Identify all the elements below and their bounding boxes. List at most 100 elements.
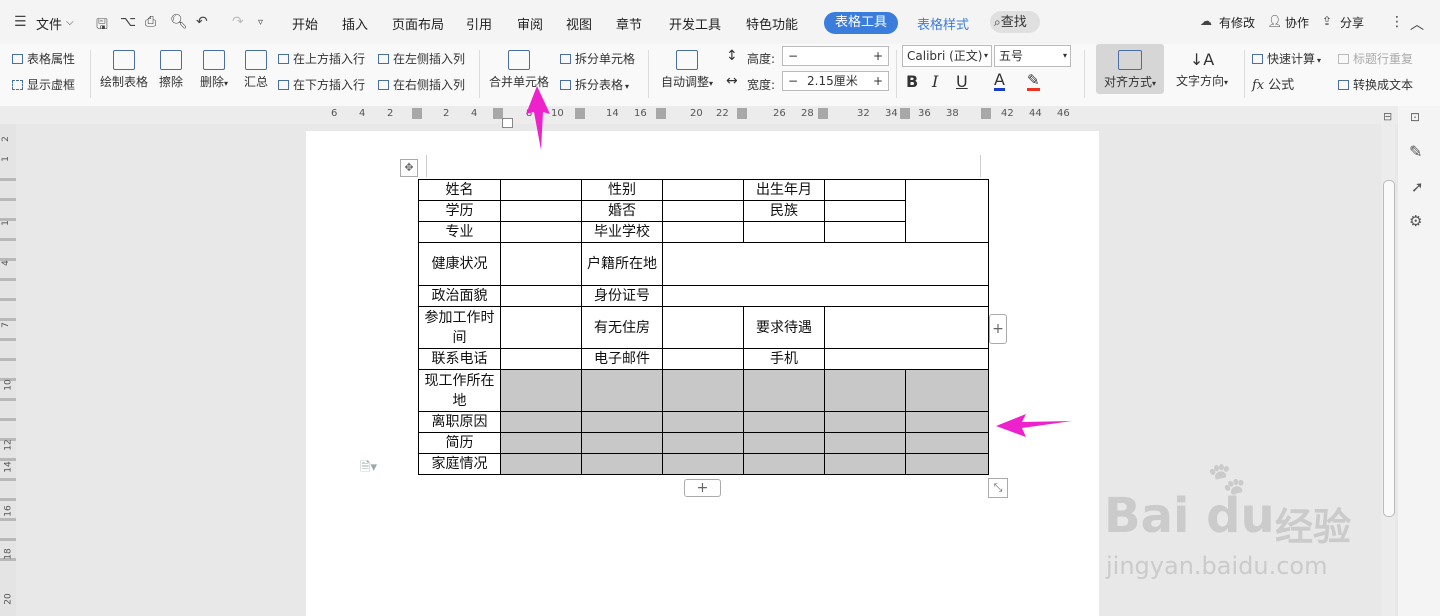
table-cell[interactable] — [743, 221, 825, 243]
save-icon[interactable]: 🖫 — [96, 14, 108, 38]
ruler-column-marker[interactable] — [818, 108, 828, 119]
table-cell[interactable] — [662, 179, 744, 201]
pen-icon[interactable]: ✎ — [1409, 142, 1422, 161]
tab-review[interactable]: 审阅 — [517, 14, 543, 33]
table-cell[interactable]: 联系电话 — [418, 348, 501, 370]
insert-row-below-button[interactable]: 在下方插入行 — [278, 76, 365, 93]
merge-cells-button[interactable]: 合并单元格 — [487, 50, 551, 90]
height-stepper[interactable]: − + — [782, 46, 889, 66]
ruler-column-marker[interactable] — [656, 108, 666, 119]
align-button[interactable]: 对齐方式▾ — [1096, 44, 1164, 94]
table-cell[interactable]: 家庭情况 — [418, 453, 501, 475]
table-cell[interactable]: 专业 — [418, 221, 501, 243]
selected-cell[interactable] — [500, 432, 582, 454]
table-cell[interactable]: 婚否 — [581, 200, 663, 222]
table-cell[interactable]: 有无住房 — [581, 306, 663, 349]
share-button[interactable]: 分享 — [1340, 14, 1364, 31]
selected-cell[interactable] — [743, 432, 825, 454]
erase-button[interactable]: 擦除 — [156, 50, 186, 90]
decrease-height-icon[interactable]: − — [788, 47, 798, 65]
settings-sliders-icon[interactable]: ⚙ — [1409, 212, 1422, 230]
table-cell[interactable]: 出生年月 — [743, 179, 825, 201]
highlight-icon[interactable]: ✎ — [1027, 72, 1040, 91]
tab-view[interactable]: 视图 — [566, 14, 592, 33]
text-direction-button[interactable]: ↓A 文字方向▾ — [1172, 50, 1232, 89]
selected-cell[interactable] — [500, 369, 582, 412]
table-cell[interactable]: 手机 — [743, 348, 825, 370]
delete-button[interactable]: 删除▾ — [195, 50, 233, 90]
vertical-ruler[interactable]: 2 1 1 4 7 10 12 14 16 18 20 — [0, 124, 16, 616]
table-cell[interactable]: 性别 — [581, 179, 663, 201]
table-cell[interactable]: 民族 — [743, 200, 825, 222]
table-cell[interactable]: 参加工作时间 — [418, 306, 501, 349]
tab-table-style[interactable]: 表格样式 — [917, 14, 969, 33]
font-size-select[interactable]: 五号 ▾ — [994, 45, 1071, 67]
insert-col-left-button[interactable]: 在左侧插入列 — [378, 50, 465, 67]
selected-cell[interactable] — [743, 453, 825, 475]
selected-cell[interactable] — [662, 453, 744, 475]
tab-references[interactable]: 引用 — [466, 14, 492, 33]
selected-cell[interactable] — [905, 432, 989, 454]
summary-button[interactable]: 汇总 — [241, 50, 271, 90]
underline-button[interactable]: U — [956, 72, 968, 91]
draw-table-button[interactable]: 绘制表格 — [99, 50, 149, 90]
tab-page-layout[interactable]: 页面布局 — [392, 14, 444, 33]
ruler-column-marker[interactable] — [412, 108, 422, 119]
table-cell[interactable]: 现工作所在地 — [418, 369, 501, 412]
tab-developer[interactable]: 开发工具 — [669, 14, 721, 33]
split-table-button[interactable]: 拆分表格 ▾ — [560, 76, 629, 93]
italic-button[interactable]: I — [932, 72, 938, 91]
selected-cell[interactable] — [581, 432, 663, 454]
cursor-icon[interactable]: ➚ — [1411, 178, 1424, 196]
horizontal-ruler[interactable]: 6 4 2 2 4 8 10 14 16 20 22 26 28 32 34 3… — [0, 106, 1398, 124]
table-cell[interactable]: 健康状况 — [418, 242, 501, 286]
collapse-ribbon-icon[interactable]: ︿ — [1410, 14, 1424, 34]
selected-cell[interactable] — [662, 432, 744, 454]
font-color-button[interactable]: A — [994, 72, 1005, 91]
table-cell[interactable]: 离职原因 — [418, 411, 501, 433]
convert-to-text-button[interactable]: 转换成文本 — [1338, 76, 1413, 93]
selected-cell[interactable] — [824, 369, 906, 412]
width-input[interactable]: 2.15厘米 — [807, 72, 858, 90]
table-cell[interactable]: 电子邮件 — [581, 348, 663, 370]
selected-cell[interactable] — [581, 411, 663, 433]
table-cell[interactable] — [662, 221, 744, 243]
tab-special[interactable]: 特色功能 — [746, 14, 798, 33]
quick-calc-button[interactable]: 快速计算 ▾ — [1252, 50, 1321, 67]
document-icon[interactable]: 🗎▾ — [360, 458, 377, 480]
selected-cell[interactable] — [905, 369, 989, 412]
table-cell[interactable]: 要求待遇 — [743, 306, 825, 349]
more-options-icon[interactable]: ⋮ — [1390, 14, 1404, 30]
selected-cell[interactable] — [824, 432, 906, 454]
ruler-column-marker[interactable] — [981, 108, 991, 119]
selected-cell[interactable] — [743, 411, 825, 433]
table-cell[interactable] — [500, 285, 582, 307]
selected-cell[interactable] — [500, 411, 582, 433]
tab-chapter[interactable]: 章节 — [616, 14, 642, 33]
resume-table[interactable]: 姓名 性别 出生年月 学历 婚否 民族 专业 毕业学校 健康状况 户籍所在地 政… — [418, 179, 989, 475]
table-cell[interactable] — [824, 306, 989, 349]
font-name-select[interactable]: Calibri (正文) ▾ — [902, 45, 992, 67]
table-cell[interactable] — [500, 179, 582, 201]
undo-icon[interactable]: ↶ — [196, 14, 208, 30]
selected-cell[interactable] — [824, 453, 906, 475]
table-cell[interactable]: 毕业学校 — [581, 221, 663, 243]
bold-button[interactable]: B — [906, 72, 918, 91]
table-cell[interactable] — [824, 221, 906, 243]
file-menu[interactable]: 文件 — [36, 14, 62, 33]
modified-status[interactable]: 有修改 — [1219, 14, 1255, 31]
decrease-width-icon[interactable]: − — [788, 72, 798, 90]
tab-insert[interactable]: 插入 — [342, 14, 368, 33]
tab-home[interactable]: 开始 — [292, 14, 318, 33]
increase-height-icon[interactable]: + — [873, 47, 883, 65]
table-cell[interactable]: 姓名 — [418, 179, 501, 201]
print-icon[interactable]: ⎙ — [145, 14, 156, 30]
table-cell[interactable] — [500, 221, 582, 243]
table-cell[interactable] — [662, 285, 989, 307]
ruler-column-marker[interactable] — [737, 108, 747, 119]
table-properties-button[interactable]: 表格属性 — [12, 50, 75, 67]
selected-cell[interactable] — [824, 411, 906, 433]
width-stepper[interactable]: − 2.15厘米 + — [782, 71, 889, 91]
table-cell[interactable] — [662, 200, 744, 222]
insert-row-above-button[interactable]: 在上方插入行 — [278, 50, 365, 67]
